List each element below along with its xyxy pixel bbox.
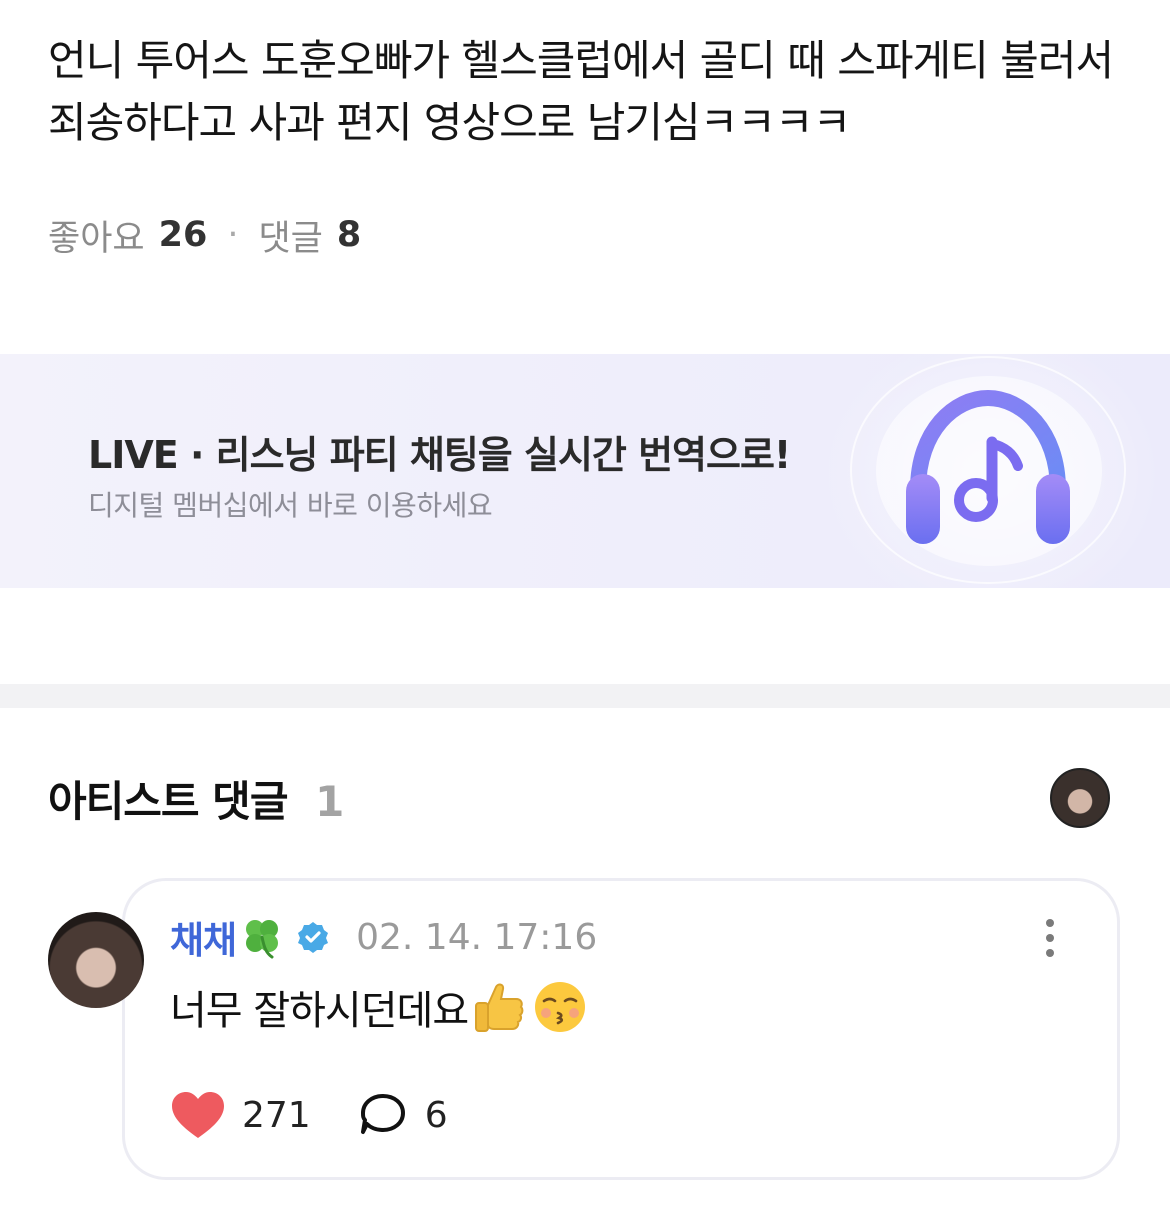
likes-label[interactable]: 좋아요	[48, 210, 145, 261]
comment-actions: 271 6	[170, 1088, 448, 1142]
post-meta: 좋아요 26 · 댓글 8	[48, 208, 361, 262]
reply-count: 6	[424, 1094, 448, 1136]
comment-header: 채채 02. 14. 17:16	[170, 910, 598, 964]
more-vertical-icon[interactable]	[1040, 918, 1060, 958]
artist-avatar[interactable]	[1050, 768, 1110, 828]
artist-comments-count: 1	[315, 777, 344, 826]
section-divider	[0, 684, 1170, 708]
comment-author[interactable]: 채채	[170, 910, 237, 964]
banner-title: LIVE · 리스닝 파티 채팅을 실시간 번역으로!	[88, 433, 791, 477]
comment-timestamp: 02. 14. 17:16	[356, 916, 598, 958]
promo-banner[interactable]: LIVE · 리스닝 파티 채팅을 실시간 번역으로! 디지털 멤버십에서 바로…	[0, 354, 1170, 588]
comments-count: 8	[336, 215, 362, 255]
comment-body: 너무 잘하시던데요	[170, 978, 588, 1036]
kissing-face-icon	[535, 982, 586, 1032]
post-text: 언니 투어스 도훈오빠가 헬스클럽에서 골디 때 스파게티 불러서 죄송하다고 …	[48, 36, 1114, 147]
likes-count: 26	[158, 215, 208, 255]
headphones-music-icon	[906, 390, 1070, 544]
four-leaf-clover-icon	[246, 920, 279, 959]
reply-bubble-icon[interactable]	[359, 1092, 407, 1138]
artist-comments-heading: 아티스트 댓글 1	[48, 768, 344, 829]
banner-subtitle: 디지털 멤버십에서 바로 이용하세요	[88, 489, 493, 522]
artist-comments-title: 아티스트 댓글	[48, 777, 288, 826]
comments-label[interactable]: 댓글	[258, 210, 322, 261]
thumbs-up-icon	[475, 983, 524, 1032]
heart-icon[interactable]	[170, 1090, 226, 1140]
commenter-avatar[interactable]	[48, 912, 144, 1008]
comment-text: 너무 잘하시던데요	[170, 988, 469, 1034]
like-count: 271	[242, 1094, 311, 1136]
verified-badge-icon	[298, 922, 329, 953]
meta-separator: ·	[227, 215, 239, 255]
